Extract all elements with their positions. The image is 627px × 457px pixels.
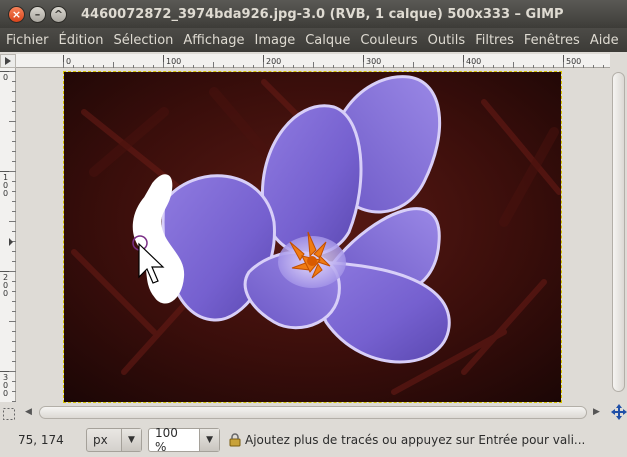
window-controls: × – ^ xyxy=(8,5,67,23)
canvas-area[interactable] xyxy=(17,68,609,403)
quickmask-icon xyxy=(3,408,15,420)
ruler-nav-corner xyxy=(610,54,627,68)
hruler-label-200: 200 xyxy=(266,57,281,66)
hruler-label-400: 400 xyxy=(466,57,481,66)
vruler-label-100-d3: 0 xyxy=(3,189,8,198)
image-menu-button[interactable] xyxy=(0,54,16,68)
horizontal-scrollbar[interactable]: ◀ ▶ xyxy=(17,404,609,421)
chevron-down-icon[interactable]: ▼ xyxy=(199,428,219,451)
quickmask-toggle[interactable] xyxy=(2,406,16,420)
chevron-down-icon[interactable]: ▼ xyxy=(121,428,141,451)
status-bar: 75, 174 px ▼ 100 % ▼ Ajoutez plus de tra… xyxy=(0,422,627,457)
menu-aide[interactable]: Aide xyxy=(584,33,623,48)
window-titlebar: × – ^ 4460072872_3974bda926.jpg-3.0 (RVB… xyxy=(0,0,627,28)
hruler-label-300: 300 xyxy=(366,57,381,66)
scroll-right-icon[interactable]: ▶ xyxy=(593,407,600,417)
unit-value: px xyxy=(93,432,108,447)
navigate-button[interactable] xyxy=(611,404,627,420)
menu-filtres[interactable]: Filtres xyxy=(469,33,518,48)
vertical-ruler-ticks: 0 1 0 0 2 0 0 3 0 0 xyxy=(0,71,16,402)
menu-fichier[interactable]: Fichier xyxy=(0,33,53,48)
zoom-value[interactable]: 100 % xyxy=(149,426,199,454)
triangle-right-icon xyxy=(5,57,11,65)
menu-image[interactable]: Image xyxy=(248,33,299,48)
image-canvas[interactable] xyxy=(63,71,562,403)
vertical-ruler[interactable]: 0 1 0 0 2 0 0 3 0 0 xyxy=(0,68,16,402)
navigate-cross-icon xyxy=(611,404,627,420)
menu-fenetres[interactable]: Fenêtres xyxy=(518,33,584,48)
menu-affichage[interactable]: Affichage xyxy=(177,33,248,48)
horizontal-ruler-ticks: 0 100 200 300 400 500 xyxy=(63,55,604,69)
vruler-label-0: 0 xyxy=(3,73,8,82)
status-message-text: Ajoutez plus de tracés ou appuyez sur En… xyxy=(245,432,586,447)
scroll-left-icon[interactable]: ◀ xyxy=(25,407,32,417)
close-button[interactable]: × xyxy=(8,5,25,23)
unit-select[interactable]: px ▼ xyxy=(86,427,142,452)
zoom-select[interactable]: 100 % ▼ xyxy=(148,426,220,454)
crocus-photo xyxy=(64,72,561,402)
vruler-label-200-d3: 0 xyxy=(3,289,8,298)
vruler-label-300-d3: 0 xyxy=(3,389,8,398)
vertical-scrollbar-thumb[interactable] xyxy=(612,72,625,392)
lock-icon xyxy=(229,432,241,446)
hruler-label-100: 100 xyxy=(166,57,181,66)
vruler-pointer-marker xyxy=(9,238,13,246)
maximize-button[interactable]: ^ xyxy=(50,5,67,23)
menu-outils[interactable]: Outils xyxy=(422,33,470,48)
window-title: 4460072872_3974bda926.jpg-3.0 (RVB, 1 ca… xyxy=(81,6,564,22)
menu-couleurs[interactable]: Couleurs xyxy=(354,33,421,48)
minimize-button[interactable]: – xyxy=(29,5,46,23)
horizontal-ruler[interactable]: 0 100 200 300 400 500 xyxy=(16,54,610,69)
pointer-coordinates: 75, 174 xyxy=(18,432,64,447)
menu-edition[interactable]: Édition xyxy=(53,33,108,48)
menu-calque[interactable]: Calque xyxy=(299,33,354,48)
horizontal-scrollbar-thumb[interactable] xyxy=(39,406,587,419)
hruler-label-500: 500 xyxy=(566,57,581,66)
status-message: Ajoutez plus de tracés ou appuyez sur En… xyxy=(228,433,585,447)
menu-selection[interactable]: Sélection xyxy=(107,33,177,48)
menu-bar: Fichier Édition Sélection Affichage Imag… xyxy=(0,28,627,52)
hruler-label-0: 0 xyxy=(66,57,71,66)
vertical-scrollbar[interactable] xyxy=(610,68,627,402)
